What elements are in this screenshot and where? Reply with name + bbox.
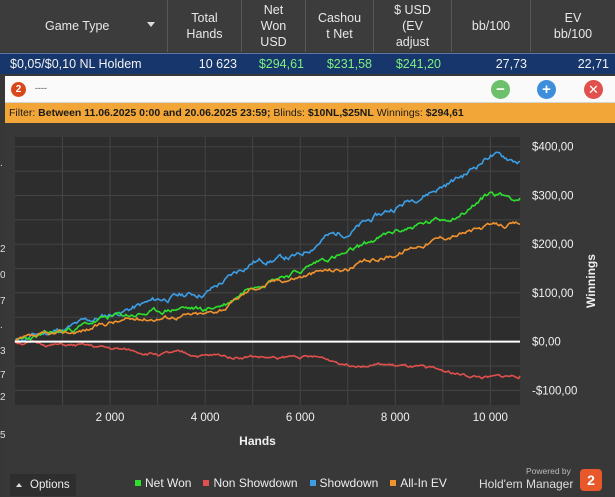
y-tick-label: $300,00: [532, 190, 574, 202]
column-header-net-won[interactable]: Net Won USD: [242, 0, 306, 52]
y-tick-label: $400,00: [532, 142, 574, 154]
header-label: Game Type: [45, 19, 110, 33]
column-header-ev-bb100[interactable]: EV bb/100: [531, 0, 615, 52]
header-label: EV bb/100: [553, 11, 593, 41]
legend-label: Non Showdown: [213, 476, 298, 490]
x-axis-label: Hands: [239, 434, 276, 448]
legend-label: Showdown: [319, 476, 379, 490]
header-label: Net Won USD: [260, 3, 287, 49]
brand-name: Hold'em Manager: [479, 477, 574, 491]
chevron-down-icon[interactable]: [147, 22, 155, 27]
add-button[interactable]: +: [537, 80, 556, 99]
hm2-brand-badge-icon: 2: [580, 469, 602, 491]
filter-bar[interactable]: Filter: Between 11.06.2025 0:00 and 20.0…: [5, 103, 615, 123]
chevron-up-icon: [16, 482, 22, 487]
cell-net-won: $294,61: [258, 57, 304, 71]
stats-table-header: Game Type Total Hands Net Won USD Cashou…: [0, 0, 615, 52]
options-label: Options: [30, 479, 70, 491]
y-axis-label: Winnings: [584, 254, 598, 308]
legend-swatch: [203, 480, 210, 486]
header-label: Total Hands: [186, 11, 223, 41]
x-tick-label: 2 000: [96, 412, 125, 424]
column-header-ev-adjusted[interactable]: $ USD (EV adjust: [374, 0, 452, 52]
cell-ev-bb100: 22,71: [577, 57, 609, 71]
cell-total-hands: 10 623: [198, 57, 237, 71]
filter-winnings-key: Winnings:: [376, 107, 423, 119]
graph-window-titlebar[interactable]: 2 ---- − + ✕: [5, 76, 615, 103]
legend-item[interactable]: Showdown: [309, 474, 379, 492]
header-label: Cashou t Net: [317, 11, 362, 41]
x-tick-label: 6 000: [286, 412, 315, 424]
table-row[interactable]: $0,05/$0,10 NL Holdem 10 623 $294,61 $23…: [0, 53, 615, 74]
options-button[interactable]: Options: [10, 474, 76, 496]
cell-ev-adjusted: $241,20: [395, 57, 441, 71]
winnings-graph: 2 000 4 000 6 000 8 000 10 000 -$100,00 $0,00…: [5, 123, 615, 497]
hm2-report-window: Game Type Total Hands Net Won USD Cashou…: [0, 0, 615, 497]
legend-swatch: [309, 480, 316, 486]
powered-by-label: Powered by: [526, 466, 571, 476]
window-title: ----: [35, 83, 47, 93]
minimize-button[interactable]: −: [491, 80, 510, 99]
x-tick-label: 4 000: [191, 412, 220, 424]
column-header-cashout-net[interactable]: Cashou t Net: [306, 0, 374, 52]
close-button[interactable]: ✕: [584, 80, 603, 99]
x-tick-label: 10 000: [473, 412, 508, 424]
column-header-total-hands[interactable]: Total Hands: [168, 0, 242, 52]
x-tick-label: 8 000: [381, 412, 410, 424]
x-axis: 2 000 4 000 6 000 8 000 10 000: [96, 412, 508, 424]
legend-swatch: [390, 480, 397, 486]
cell-cashout-net: $231,58: [326, 57, 372, 71]
chart-legend: Net Won Non Showdown Showdown All-In EV: [135, 474, 447, 492]
header-label: $ USD (EV adjust: [394, 3, 431, 49]
plot-area: [15, 137, 520, 405]
legend-item[interactable]: All-In EV: [390, 474, 447, 492]
column-header-game-type[interactable]: Game Type: [0, 0, 168, 52]
header-label: bb/100: [471, 19, 511, 33]
y-tick-label: $0,00: [532, 337, 561, 349]
edge-digit: .: [0, 158, 3, 169]
legend-swatch: [135, 480, 141, 486]
filter-blinds-key: Blinds:: [273, 107, 305, 119]
cell-bb100: 27,73: [495, 57, 527, 71]
y-tick-label: -$100,00: [532, 385, 577, 397]
filter-date-range: Between 11.06.2025 0:00 and 20.06.2025 2…: [38, 107, 271, 119]
cell-game-type: $0,05/$0,10 NL Holdem: [10, 57, 142, 71]
filter-blinds-value: $10NL,$25NL: [307, 107, 374, 119]
column-header-bb100[interactable]: bb/100: [452, 0, 531, 52]
filter-winnings-value: $294,61: [425, 107, 464, 119]
y-tick-label: $200,00: [532, 239, 574, 251]
legend-label: Net Won: [145, 476, 192, 490]
legend-item[interactable]: Net Won: [135, 474, 191, 492]
filter-prefix: Filter:: [9, 107, 36, 119]
edge-digit: .: [0, 320, 3, 331]
hm2-logo-icon: 2: [11, 82, 26, 97]
winnings-chart-svg: 2 000 4 000 6 000 8 000 10 000 -$100,00 $0,00…: [14, 137, 598, 448]
legend-label: All-In EV: [400, 476, 447, 490]
y-axis: -$100,00 $0,00 $100,00 $200,00 $300,00 $400,0…: [532, 142, 577, 398]
y-tick-label: $100,00: [532, 288, 574, 300]
legend-item[interactable]: Non Showdown: [203, 474, 298, 492]
